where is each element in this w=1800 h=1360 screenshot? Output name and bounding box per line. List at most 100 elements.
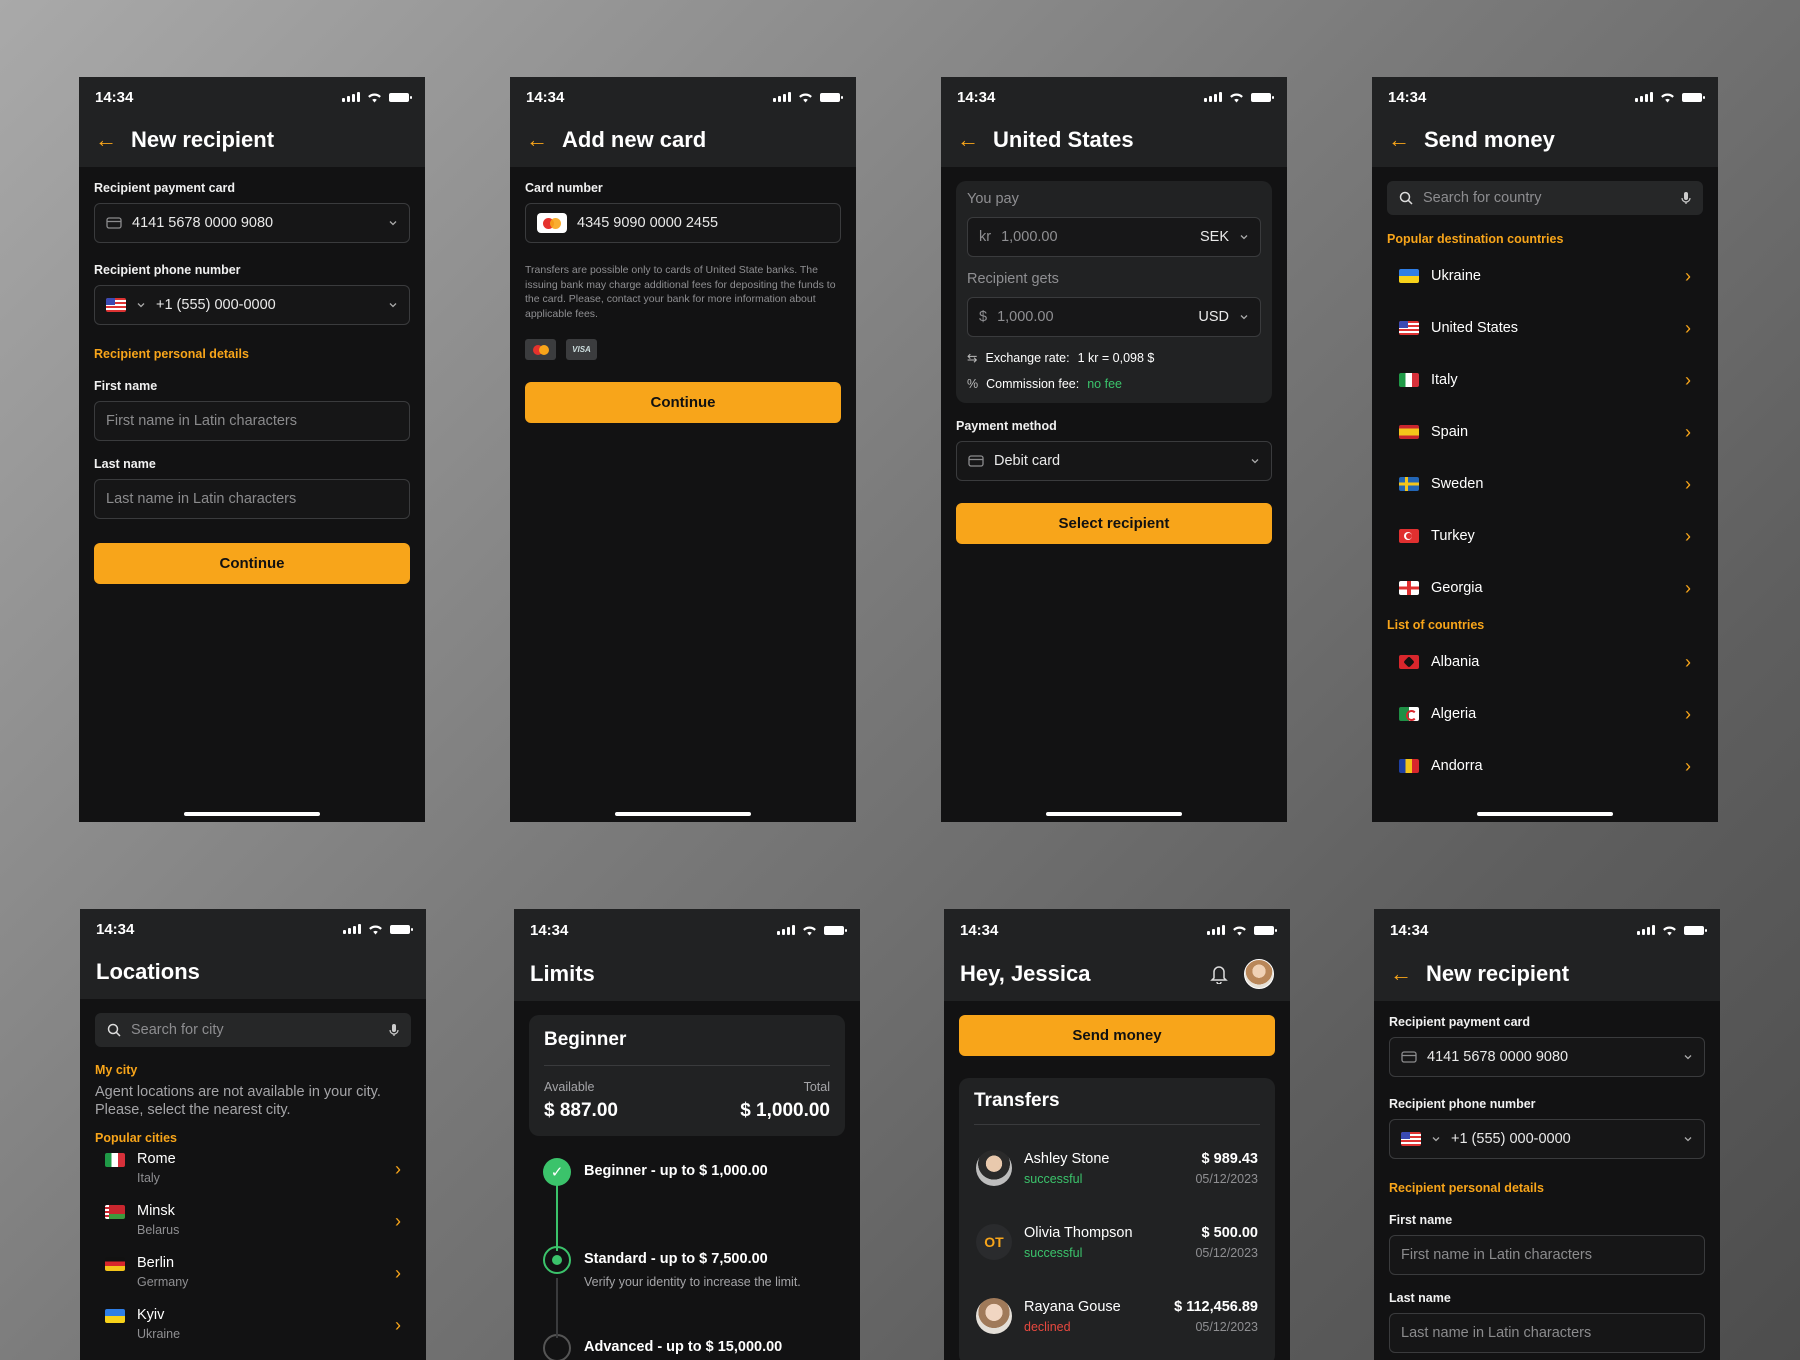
turkey-flag-icon — [1399, 529, 1419, 543]
signal-icon — [773, 92, 791, 102]
back-arrow-icon[interactable]: ← — [1390, 963, 1412, 985]
card-select[interactable]: 4141 5678 0000 9080 — [94, 203, 410, 243]
united-states-flag-icon — [1399, 321, 1419, 335]
screen-add-card: 14:34 ← Add new card Card number 4345 90… — [510, 77, 856, 822]
popular-countries-list: Ukraine › United States › Italy › Spain › Sweden… — [1387, 250, 1703, 614]
country-row-algeria[interactable]: Algeria › — [1387, 688, 1703, 740]
transfer-row[interactable]: OT Olivia Thompson successful $ 500.00 05/12… — [974, 1205, 1260, 1279]
battery-icon — [820, 92, 843, 102]
total-amount: $ 1,000.00 — [740, 1100, 830, 1121]
select-recipient-button[interactable]: Select recipient — [956, 503, 1272, 544]
exchange-rate: 1 kr = 0,098 $ — [1077, 350, 1155, 365]
microphone-icon[interactable] — [1681, 191, 1691, 205]
step-item: ✓ Beginner - up to $ 1,000.00 — [543, 1158, 845, 1246]
card-icon — [106, 217, 122, 229]
step-item: Advanced - up to $ 15,000.00 — [543, 1334, 845, 1360]
page-title: Hey, Jessica — [960, 961, 1091, 986]
back-arrow-icon[interactable]: ← — [95, 129, 117, 151]
city-row-berlin[interactable]: Berlin Germany › — [95, 1249, 411, 1301]
italy-flag-icon — [105, 1153, 125, 1167]
country-name: Italy — [1431, 372, 1458, 388]
country-row-spain[interactable]: Spain › — [1387, 406, 1703, 458]
first-name-input[interactable]: First name in Latin characters — [94, 401, 410, 441]
my-city-title: My city — [95, 1063, 138, 1077]
card-number-value: 4345 9090 0000 2455 — [577, 215, 719, 231]
wifi-icon — [368, 93, 381, 103]
wifi-icon — [1661, 93, 1674, 103]
continue-button[interactable]: Continue — [94, 543, 410, 584]
status-bar: 14:34 — [957, 77, 1274, 117]
phone-field[interactable]: +1 (555) 000-0000 — [1389, 1119, 1705, 1159]
status-bar: 14:34 — [526, 77, 843, 117]
chevron-down-icon[interactable] — [1239, 312, 1249, 322]
battery-icon — [824, 925, 847, 935]
pay-amount: 1,000.00 — [1001, 229, 1058, 245]
country-row-turkey[interactable]: Turkey › — [1387, 510, 1703, 562]
country-search-input[interactable]: Search for country — [1387, 181, 1703, 215]
transfer-status: successful — [1024, 1245, 1083, 1260]
bell-icon[interactable] — [1210, 964, 1228, 984]
pay-amount-input[interactable]: kr 1,000.00 SEK — [967, 217, 1261, 257]
country-row-italy[interactable]: Italy › — [1387, 354, 1703, 406]
chevron-down-icon — [1684, 1137, 1692, 1142]
continue-button[interactable]: Continue — [525, 382, 841, 423]
transfer-date: 05/12/2023 — [1195, 1319, 1258, 1334]
you-pay-label: You pay — [967, 191, 1019, 207]
status-time: 14:34 — [960, 921, 999, 939]
search-icon — [107, 1023, 121, 1037]
country-row-albania[interactable]: Albania › — [1387, 636, 1703, 688]
avatar[interactable] — [1244, 959, 1274, 989]
country-row-georgia[interactable]: Georgia › — [1387, 562, 1703, 614]
microphone-icon[interactable] — [389, 1023, 399, 1037]
screen-send-money: 14:34 ← Send money Search for country Po… — [1372, 77, 1718, 822]
andorra-flag-icon — [1399, 759, 1419, 773]
transfer-row[interactable]: Rayana Gouse declined $ 112,456.89 05/12/20… — [974, 1279, 1260, 1353]
back-arrow-icon[interactable]: ← — [526, 129, 548, 151]
city-row-minsk[interactable]: Minsk Belarus › — [95, 1197, 411, 1249]
chevron-down-icon[interactable] — [1431, 1134, 1441, 1144]
pay-currency[interactable]: SEK — [1200, 229, 1229, 245]
phone-field[interactable]: +1 (555) 000-0000 — [94, 285, 410, 325]
country-name: United States — [1431, 320, 1519, 336]
send-money-button[interactable]: Send money — [959, 1015, 1275, 1056]
transfer-amount: $ 112,456.89 — [1174, 1298, 1258, 1315]
status-time: 14:34 — [96, 920, 135, 938]
page-title: Add new card — [562, 127, 707, 152]
battery-icon — [1684, 925, 1707, 935]
card-icon — [1401, 1051, 1417, 1063]
back-arrow-icon[interactable]: ← — [957, 129, 979, 151]
gets-amount-input[interactable]: $ 1,000.00 USD — [967, 297, 1261, 337]
gets-currency[interactable]: USD — [1198, 309, 1229, 325]
screen-exchange: 14:34 ← United States You pay kr 1,000.0… — [941, 77, 1287, 822]
wifi-icon — [369, 925, 382, 935]
last-name-input[interactable]: Last name in Latin characters — [1389, 1313, 1705, 1353]
status-bar: 14:34 — [1388, 77, 1705, 117]
first-name-input[interactable]: First name in Latin characters — [1389, 1235, 1705, 1275]
city-search-input[interactable]: Search for city — [95, 1013, 411, 1047]
country-row-sweden[interactable]: Sweden › — [1387, 458, 1703, 510]
country-row-andorra[interactable]: Andorra › — [1387, 740, 1703, 792]
first-name-label: First name — [94, 379, 158, 393]
city-row-rome[interactable]: Rome Italy › — [95, 1145, 411, 1197]
phone-value: +1 (555) 000-0000 — [156, 297, 276, 313]
battery-icon — [389, 92, 412, 102]
us-flag-icon — [106, 298, 126, 312]
payment-method-select[interactable]: Debit card — [956, 441, 1272, 481]
card-select[interactable]: 4141 5678 0000 9080 — [1389, 1037, 1705, 1077]
last-name-input[interactable]: Last name in Latin characters — [94, 479, 410, 519]
country-name: Algeria — [1431, 706, 1477, 722]
us-flag-icon — [1401, 1132, 1421, 1146]
country-row-ukraine[interactable]: Ukraine › — [1387, 250, 1703, 302]
home-indicator — [1046, 812, 1182, 816]
back-arrow-icon[interactable]: ← — [1388, 129, 1410, 151]
card-number-input[interactable]: 4345 9090 0000 2455 — [525, 203, 841, 243]
chevron-down-icon[interactable] — [136, 300, 146, 310]
city-row-kyiv[interactable]: Kyiv Ukraine › — [95, 1301, 411, 1353]
avatar — [976, 1150, 1012, 1186]
transfer-row[interactable]: Ashley Stone successful $ 989.43 05/12/2023 — [974, 1131, 1260, 1205]
status-bar: 14:34 — [530, 909, 847, 951]
transfers-card: Transfers Ashley Stone successful $ 989.43… — [959, 1078, 1275, 1360]
country-row-united-states[interactable]: United States › — [1387, 302, 1703, 354]
chevron-down-icon[interactable] — [1239, 232, 1249, 242]
transfer-status: successful — [1024, 1171, 1083, 1186]
